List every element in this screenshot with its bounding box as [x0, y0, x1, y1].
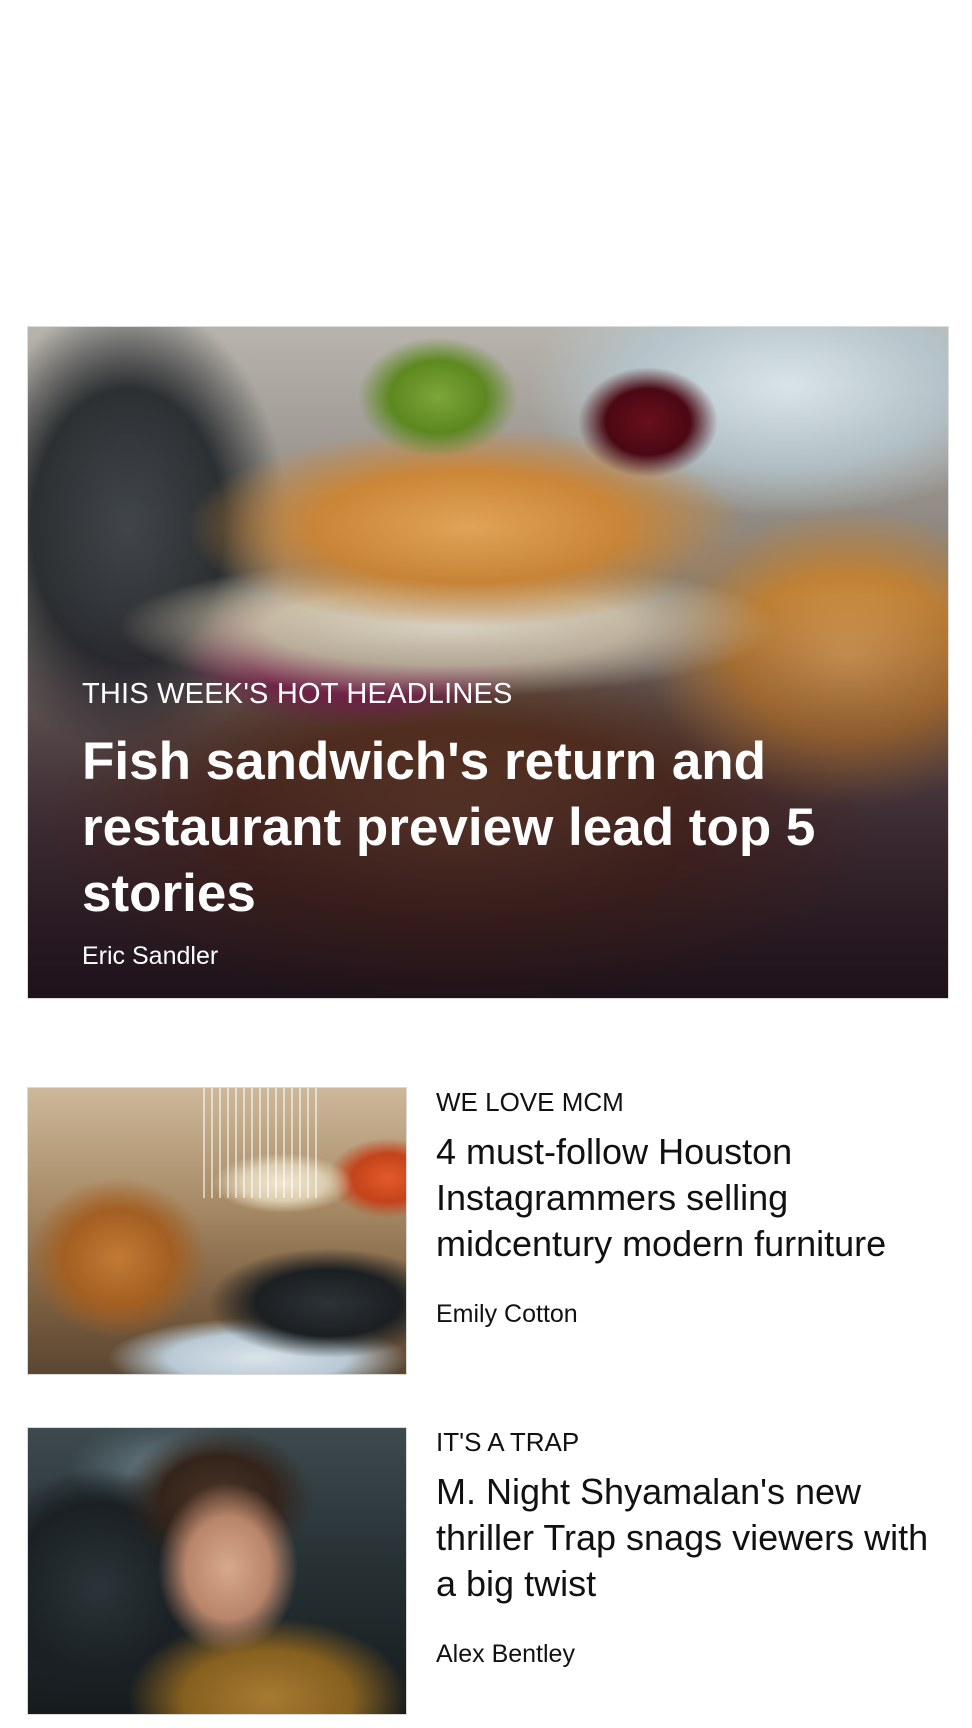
story-headline[interactable]: 4 must-follow Houston Instagrammers sell… [436, 1129, 949, 1267]
hero-kicker: THIS WEEK'S HOT HEADLINES [82, 678, 513, 710]
hero-story-card[interactable]: THIS WEEK'S HOT HEADLINES Fish sandwich'… [27, 326, 949, 999]
story-text-block: WE LOVE MCM 4 must-follow Houston Instag… [436, 1087, 949, 1329]
story-kicker: IT'S A TRAP [436, 1427, 580, 1457]
story-card[interactable]: IT'S A TRAP M. Night Shyamalan's new thr… [27, 1427, 949, 1717]
story-card[interactable]: WE LOVE MCM 4 must-follow Houston Instag… [27, 1087, 949, 1377]
story-thumbnail-furniture[interactable] [27, 1087, 407, 1375]
hero-headline[interactable]: Fish sandwich's return and restaurant pr… [82, 729, 848, 927]
story-kicker: WE LOVE MCM [436, 1087, 624, 1117]
story-headline[interactable]: M. Night Shyamalan's new thriller Trap s… [436, 1469, 949, 1607]
hero-text-block: THIS WEEK'S HOT HEADLINES Fish sandwich'… [82, 677, 848, 971]
hero-byline[interactable]: Eric Sandler [82, 941, 848, 971]
story-byline[interactable]: Emily Cotton [436, 1299, 949, 1329]
story-byline[interactable]: Alex Bentley [436, 1639, 949, 1669]
story-thumbnail-portrait[interactable] [27, 1427, 407, 1715]
story-text-block: IT'S A TRAP M. Night Shyamalan's new thr… [436, 1427, 949, 1669]
